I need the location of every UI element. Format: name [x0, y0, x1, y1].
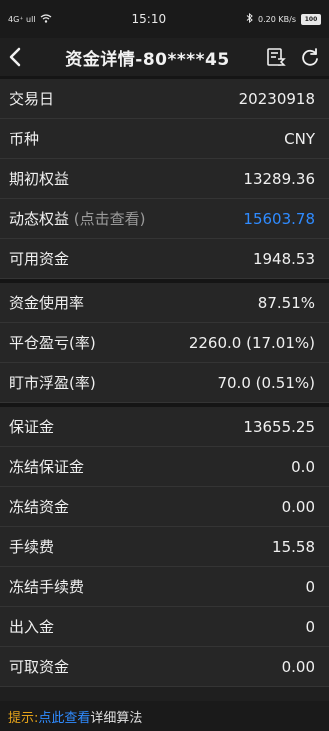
- row-label: 冻结资金: [9, 498, 70, 516]
- row-usage-rate: 资金使用率 87.51%: [0, 283, 329, 323]
- row-value: 0: [305, 617, 315, 636]
- row-opening-equity: 期初权益 13289.36: [0, 159, 329, 199]
- speed-text: 0.20 KB/s: [258, 14, 296, 24]
- row-label: 资金使用率: [9, 294, 85, 312]
- row-frozen-margin: 冻结保证金 0.0: [0, 447, 329, 487]
- row-floating-pnl: 盯市浮盈(率) 70.0 (0.51%): [0, 363, 329, 403]
- clock: 15:10: [131, 12, 167, 26]
- row-deposit-withdraw: 出入金 0: [0, 607, 329, 647]
- fund-section-2: 资金使用率 87.51% 平仓盈亏(率) 2260.0 (17.01%) 盯市浮…: [0, 283, 329, 403]
- refresh-icon: [302, 48, 318, 66]
- row-currency: 币种 CNY: [0, 119, 329, 159]
- row-label: 交易日: [9, 90, 55, 108]
- row-value: 13655.25: [243, 417, 315, 436]
- row-label: 可取资金: [9, 658, 70, 676]
- click-hint: (点击查看): [69, 210, 146, 228]
- row-label: 出入金: [9, 618, 55, 636]
- nav-header: 资金详情-80****45: [0, 38, 329, 76]
- row-dynamic-equity[interactable]: 动态权益 (点击查看) 15603.78: [0, 199, 329, 239]
- bluetooth-icon: [246, 12, 253, 25]
- battery-icon: 100: [301, 13, 321, 25]
- row-withdrawable: 可取资金 0.00: [0, 647, 329, 687]
- back-button[interactable]: [8, 42, 30, 72]
- footer-tip: 提示: 点此查看 详细算法: [0, 701, 329, 731]
- dynamic-equity-value[interactable]: 15603.78: [243, 210, 315, 228]
- row-close-pnl: 平仓盈亏(率) 2260.0 (17.01%): [0, 323, 329, 363]
- calc-menu-button[interactable]: [265, 46, 287, 68]
- row-label-main: 动态权益: [9, 210, 70, 228]
- network-text: 4G⁺ ull: [8, 14, 36, 24]
- row-value: 0: [305, 577, 315, 596]
- row-label: 手续费: [9, 538, 55, 556]
- tip-label: 提示:: [8, 710, 39, 726]
- tip-text: 详细算法: [90, 710, 143, 726]
- row-label: 冻结保证金: [9, 458, 85, 476]
- row-label: 可用资金: [9, 250, 70, 268]
- status-bar: 4G⁺ ull 15:10 0.20 KB/s 100: [0, 0, 329, 38]
- row-available-funds: 可用资金 1948.53: [0, 239, 329, 279]
- row-value: 0.00: [281, 497, 315, 516]
- refresh-button[interactable]: [299, 46, 321, 68]
- row-value: 87.51%: [257, 293, 315, 312]
- row-value: 0.0: [291, 457, 315, 476]
- row-label: 币种: [9, 130, 40, 148]
- row-frozen-funds: 冻结资金 0.00: [0, 487, 329, 527]
- row-label: 盯市浮盈(率): [9, 374, 96, 392]
- wifi-icon: [40, 13, 52, 25]
- row-value: 20230918: [238, 89, 315, 108]
- row-value: 1948.53: [252, 249, 315, 268]
- row-commission: 手续费 15.58: [0, 527, 329, 567]
- network-status: 4G⁺ ull: [8, 13, 52, 25]
- row-value: 0.00: [281, 657, 315, 676]
- view-details-link[interactable]: 点此查看: [38, 707, 90, 726]
- row-label: 期初权益: [9, 170, 70, 188]
- row-margin: 保证金 13655.25: [0, 407, 329, 447]
- row-value: 15.58: [272, 537, 315, 556]
- row-label: 保证金: [9, 418, 55, 436]
- battery-level: 100: [304, 15, 318, 23]
- row-value: 13289.36: [243, 169, 315, 188]
- row-value: 70.0 (0.51%): [217, 373, 315, 392]
- row-trade-date: 交易日 20230918: [0, 79, 329, 119]
- row-label: 平仓盈亏(率): [9, 334, 96, 352]
- row-label: 冻结手续费: [9, 578, 85, 596]
- page-title: 资金详情-80****45: [65, 49, 230, 70]
- row-label: 动态权益 (点击查看): [9, 208, 146, 229]
- list-sum-icon: [267, 48, 286, 66]
- row-value: 2260.0 (17.01%): [188, 333, 315, 352]
- chevron-left-icon: [9, 47, 21, 67]
- fund-section-1: 交易日 20230918 币种 CNY 期初权益 13289.36 动态权益 (…: [0, 79, 329, 279]
- row-frozen-commission: 冻结手续费 0: [0, 567, 329, 607]
- fund-section-3: 保证金 13655.25 冻结保证金 0.0 冻结资金 0.00 手续费 15.…: [0, 407, 329, 687]
- status-right: 0.20 KB/s 100: [246, 12, 321, 25]
- row-value: CNY: [284, 129, 315, 148]
